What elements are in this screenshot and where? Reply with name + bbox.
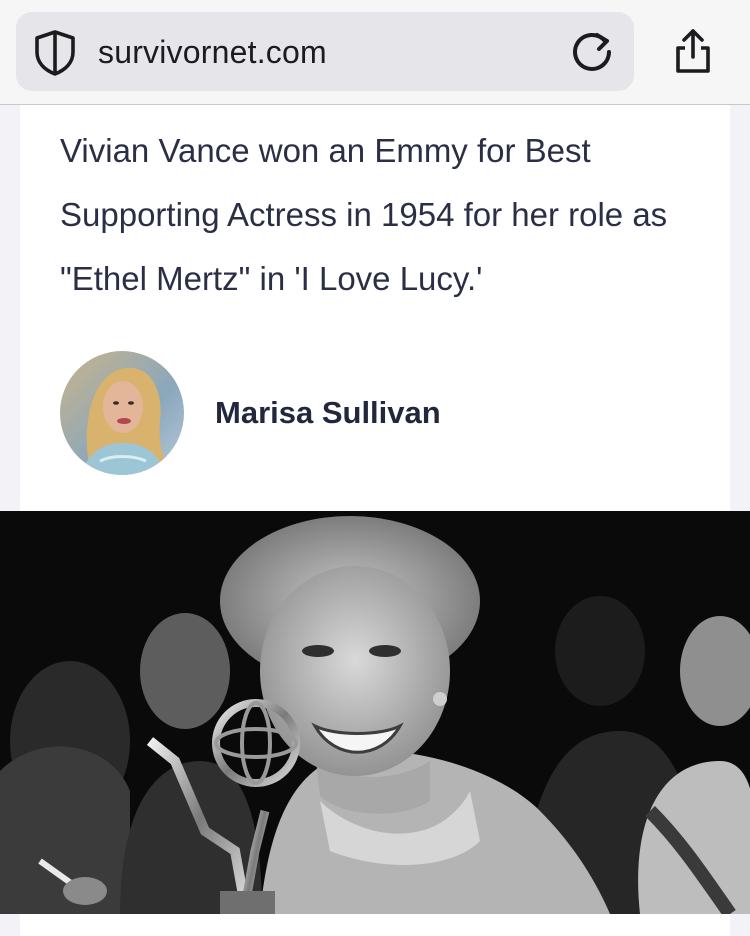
emmy-photo [0, 511, 750, 914]
author-name[interactable]: Marisa Sullivan [215, 395, 441, 431]
shield-icon[interactable] [32, 29, 78, 77]
browser-toolbar: survivornet.com [0, 0, 750, 105]
page: survivornet.com Vivian Vance won an Emmy… [0, 0, 750, 936]
article-card: Vivian Vance won an Emmy for Best Suppor… [20, 105, 730, 511]
article-photo [0, 511, 750, 914]
image-caption: Vivian Vance won an Emmy for Best Suppor… [60, 132, 668, 297]
avatar-photo [60, 351, 184, 475]
reload-icon[interactable] [569, 29, 615, 75]
url-text[interactable]: survivornet.com [98, 34, 327, 71]
share-icon[interactable] [670, 27, 716, 77]
next-card-top [20, 914, 730, 936]
author-avatar[interactable] [60, 351, 184, 475]
